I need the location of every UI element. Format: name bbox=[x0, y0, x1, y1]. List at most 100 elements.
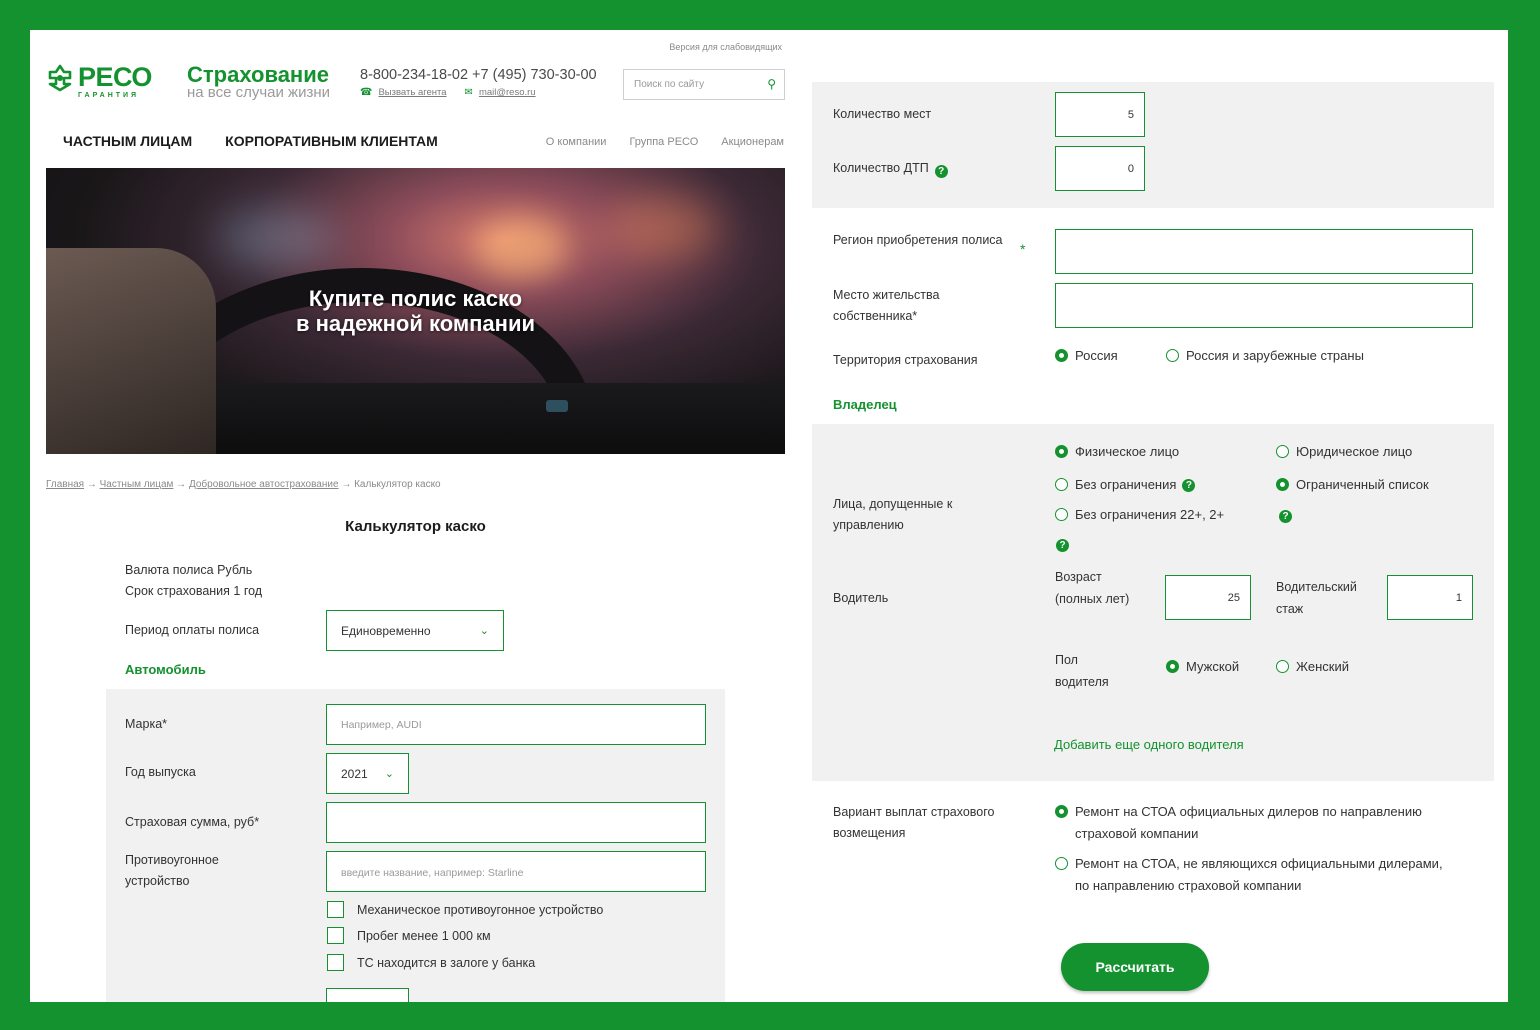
region-input[interactable] bbox=[1055, 229, 1473, 274]
radio-payout-nondealer[interactable]: Ремонт на СТОА, не являющихся официальны… bbox=[1055, 853, 1455, 897]
experience-label: Водительский стаж bbox=[1276, 580, 1357, 616]
brand-block: Страхование на все случаи жизни bbox=[187, 62, 331, 101]
payout-label: Вариант выплат страхового возмещения bbox=[833, 805, 995, 840]
checkbox-mileage[interactable]: Пробег менее 1 000 км bbox=[327, 927, 491, 944]
nav-corporate[interactable]: КОРПОРАТИВНЫМ КЛИЕНТАМ bbox=[225, 133, 438, 149]
checkbox-mechanical[interactable]: Механическое противоугонное устройство bbox=[327, 901, 603, 918]
call-agent-link[interactable]: ☎ Вызвать агента bbox=[360, 87, 447, 98]
checkbox-box[interactable] bbox=[327, 954, 344, 971]
mail-icon: ✉ bbox=[464, 87, 473, 98]
radio-territory-abroad[interactable]: Россия и зарубежные страны bbox=[1166, 345, 1364, 367]
region-label: Регион приобретения полиса bbox=[833, 233, 1003, 247]
brand-title: Страхование bbox=[187, 62, 329, 87]
secondary-nav: О компании Группа РЕСО Акционерам bbox=[546, 136, 784, 148]
sum-input[interactable] bbox=[326, 802, 706, 843]
radio-icon[interactable] bbox=[1276, 445, 1289, 458]
help-icon[interactable]: ? bbox=[1182, 479, 1196, 492]
seats-panel bbox=[812, 82, 1494, 208]
crumb-auto[interactable]: Добровольное автострахование bbox=[189, 479, 339, 490]
antitheft-input[interactable]: введите название, например: Starline bbox=[326, 851, 706, 892]
phone-numbers[interactable]: 8-800-234-18-02 +7 (495) 730-30-00 bbox=[360, 67, 597, 83]
radio-drivers-unlimited[interactable]: Без ограничения? bbox=[1055, 474, 1196, 496]
year-select[interactable]: 2021 ⌄ bbox=[326, 753, 409, 794]
gender-label: Пол водителя bbox=[1055, 653, 1109, 689]
accidents-input[interactable]: 0 bbox=[1055, 146, 1145, 191]
radio-icon[interactable] bbox=[1055, 857, 1068, 870]
term-text: Срок страхования 1 год bbox=[125, 584, 263, 598]
nav-about[interactable]: О компании bbox=[546, 136, 607, 148]
low-vision-link[interactable]: Версия для слабовидящих bbox=[669, 42, 782, 52]
search-input[interactable]: Поиск по сайту ⚲ bbox=[623, 69, 785, 100]
email-link[interactable]: ✉ mail@reso.ru bbox=[465, 87, 536, 98]
search-placeholder: Поиск по сайту bbox=[634, 79, 705, 90]
age-input[interactable]: 25 bbox=[1165, 575, 1251, 620]
hero-title: Купите полис каско в надежной компании bbox=[295, 286, 536, 336]
crumb-home[interactable]: Главная bbox=[46, 479, 84, 490]
radio-territory-russia[interactable]: Россия bbox=[1055, 345, 1118, 367]
accidents-label: Количество ДТП? bbox=[833, 158, 948, 179]
period-label: Период оплаты полиса bbox=[125, 623, 260, 637]
seats-input[interactable]: 5 bbox=[1055, 92, 1145, 137]
radio-icon[interactable] bbox=[1166, 349, 1179, 362]
checkbox-box[interactable] bbox=[327, 927, 344, 944]
calculator-title: Калькулятор каско bbox=[345, 518, 486, 535]
antitheft-label: Противоугонное устройство bbox=[125, 853, 219, 888]
radio-drivers-22plus[interactable]: Без ограничения 22+, 2+ bbox=[1055, 504, 1224, 526]
brand-input[interactable]: Например, AUDI bbox=[326, 704, 706, 745]
logo-sub: ГАРАНТИЯ bbox=[78, 92, 140, 99]
logo[interactable]: РЕСО ГАРАНТИЯ bbox=[46, 64, 152, 99]
help-icon[interactable]: ? bbox=[934, 165, 948, 178]
checkbox-box[interactable] bbox=[327, 901, 344, 918]
required-marker: * bbox=[1020, 241, 1026, 257]
radio-selected-icon[interactable] bbox=[1166, 660, 1179, 673]
period-select[interactable]: Единовременно ⌄ bbox=[326, 610, 504, 651]
screenshot-sheet: Версия для слабовидящих РЕСО ГАРАНТИЯ Ст… bbox=[30, 30, 1508, 1002]
radio-icon[interactable] bbox=[1055, 508, 1068, 521]
chevron-down-icon: ⌄ bbox=[479, 625, 489, 637]
search-icon[interactable]: ⚲ bbox=[767, 77, 776, 91]
calculate-button[interactable]: Рассчитать bbox=[1061, 943, 1209, 991]
reso-logo-icon bbox=[48, 64, 72, 92]
car-section-title: Автомобиль bbox=[125, 662, 206, 677]
help-icon[interactable]: ? bbox=[1279, 510, 1292, 523]
brand-label: Марка* bbox=[125, 717, 168, 731]
checkbox-pledge[interactable]: ТС находится в залоге у банка bbox=[327, 954, 535, 971]
radio-owner-individual[interactable]: Физическое лицо bbox=[1055, 441, 1179, 463]
radio-selected-icon[interactable] bbox=[1055, 445, 1068, 458]
add-driver-link[interactable]: Добавить еще одного водителя bbox=[1054, 737, 1244, 752]
radio-selected-icon[interactable] bbox=[1276, 478, 1289, 491]
radio-icon[interactable] bbox=[1276, 660, 1289, 673]
seats-label: Количество мест bbox=[833, 107, 932, 121]
radio-selected-icon[interactable] bbox=[1055, 349, 1068, 362]
driver-label: Водитель bbox=[833, 591, 889, 605]
brand-placeholder: Например, AUDI bbox=[341, 719, 422, 731]
age-label: Возраст (полных лет) bbox=[1055, 570, 1130, 606]
owner-section-title: Владелец bbox=[833, 397, 897, 412]
antitheft-placeholder: введите название, например: Starline bbox=[341, 867, 524, 879]
nav-group[interactable]: Группа РЕСО bbox=[629, 136, 698, 148]
radio-selected-icon[interactable] bbox=[1055, 805, 1068, 818]
crumb-private[interactable]: Частным лицам bbox=[100, 479, 174, 490]
brand-subtitle: на все случаи жизни bbox=[187, 84, 331, 101]
radio-owner-legal[interactable]: Юридическое лицо bbox=[1276, 441, 1412, 463]
radio-gender-male[interactable]: Мужской bbox=[1166, 656, 1239, 678]
radio-icon[interactable] bbox=[1055, 478, 1068, 491]
sum-label: Страховая сумма, руб* bbox=[125, 815, 260, 829]
residence-input[interactable] bbox=[1055, 283, 1473, 328]
nav-shareholders[interactable]: Акционерам bbox=[721, 136, 784, 148]
breadcrumb: Главная → Частным лицам → Добровольное а… bbox=[46, 479, 441, 490]
nav-private[interactable]: ЧАСТНЫМ ЛИЦАМ bbox=[63, 133, 192, 149]
drivers-label: Лица, допущенные к управлению bbox=[833, 497, 953, 532]
cut-off-field[interactable] bbox=[326, 988, 409, 1002]
radio-drivers-limited[interactable]: Ограниченный список bbox=[1276, 474, 1429, 496]
chevron-down-icon: ⌄ bbox=[384, 768, 394, 780]
period-value: Единовременно bbox=[341, 623, 431, 638]
residence-label: Место жительства собственника* bbox=[833, 288, 940, 323]
hero-banner: Купите полис каско в надежной компании bbox=[46, 168, 785, 454]
help-icon[interactable]: ? bbox=[1056, 539, 1069, 552]
experience-input[interactable]: 1 bbox=[1387, 575, 1473, 620]
main-nav: ЧАСТНЫМ ЛИЦАМ КОРПОРАТИВНЫМ КЛИЕНТАМ bbox=[63, 133, 438, 149]
currency-text: Валюта полиса Рубль bbox=[125, 563, 253, 577]
radio-gender-female[interactable]: Женский bbox=[1276, 656, 1349, 678]
radio-payout-dealer[interactable]: Ремонт на СТОА официальных дилеров по на… bbox=[1055, 801, 1485, 845]
